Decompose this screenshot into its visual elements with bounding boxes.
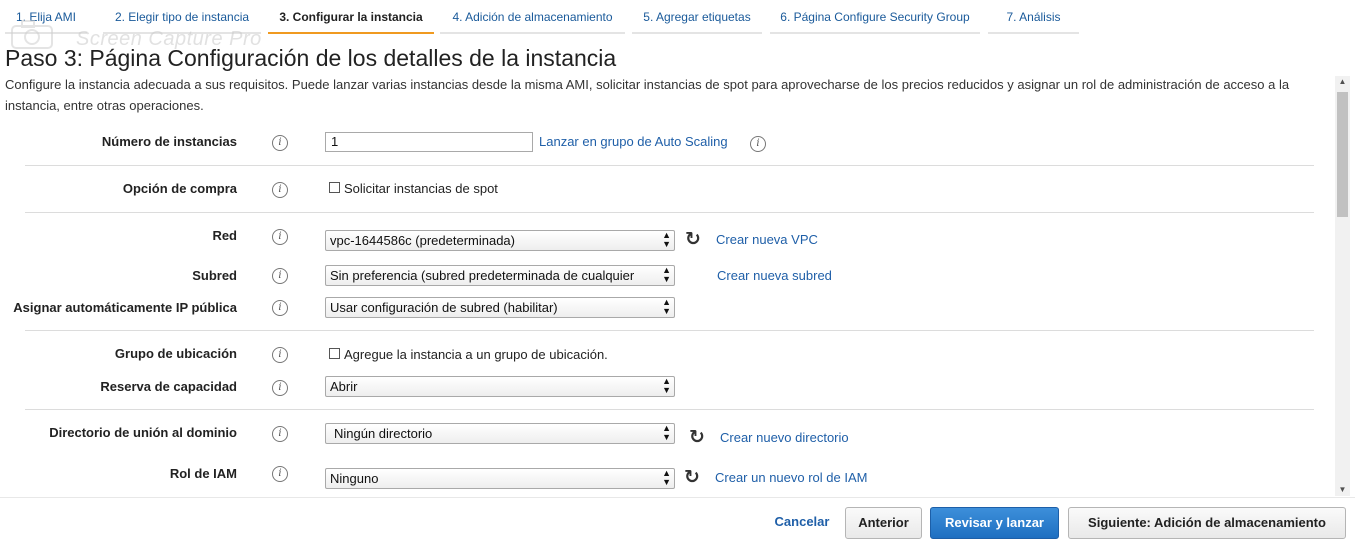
info-icon[interactable]: i: [272, 268, 288, 284]
divider: [25, 212, 1314, 213]
domain-directory-select[interactable]: Ningún directorio ▲ ▼: [325, 423, 675, 444]
divider: [25, 330, 1314, 331]
label-domain-directory: Directorio de unión al dominio: [49, 425, 237, 440]
label-purchase-option: Opción de compra: [122, 181, 237, 196]
scroll-up-icon[interactable]: ▲: [1335, 76, 1350, 88]
scroll-down-icon[interactable]: ▼: [1335, 484, 1350, 496]
dropdown-arrow-icon: ▲ ▼: [662, 297, 671, 316]
next-button[interactable]: Siguiente: Adición de almacenamiento: [1068, 507, 1346, 539]
dropdown-arrow-icon: ▲ ▼: [662, 265, 671, 284]
info-icon[interactable]: i: [272, 466, 288, 482]
divider: [25, 409, 1314, 410]
label-number-instances: Número de instancias: [101, 134, 237, 149]
info-icon[interactable]: i: [750, 136, 766, 152]
label-iam-role: Rol de IAM: [169, 466, 237, 481]
capacity-reservation-select[interactable]: Abrir ▲ ▼: [325, 376, 675, 397]
network-select-value: vpc-1644586c (predeterminada): [330, 233, 515, 248]
scroll-thumb[interactable]: [1337, 92, 1348, 217]
label-network: Red: [212, 228, 237, 243]
spot-instances-label[interactable]: Solicitar instancias de spot: [344, 181, 498, 196]
capacity-reservation-select-value: Abrir: [330, 379, 358, 394]
dropdown-arrow-icon: ▲ ▼: [662, 468, 671, 487]
info-icon[interactable]: i: [272, 300, 288, 316]
vertical-scrollbar[interactable]: ▲ ▼: [1335, 76, 1350, 496]
review-launch-button[interactable]: Revisar y lanzar: [930, 507, 1059, 539]
info-icon[interactable]: i: [272, 229, 288, 245]
subnet-select-value: Sin preferencia (subred predeterminada d…: [330, 268, 635, 283]
network-select[interactable]: vpc-1644586c (predeterminada) ▲ ▼: [325, 230, 675, 251]
public-ip-select-value: Usar configuración de subred (habilitar): [330, 300, 558, 315]
footer-divider: [0, 497, 1355, 498]
subnet-select[interactable]: Sin preferencia (subred predeterminada d…: [325, 265, 675, 286]
public-ip-select[interactable]: Usar configuración de subred (habilitar)…: [325, 297, 675, 318]
create-iam-role-link[interactable]: Crear un nuevo rol de IAM: [715, 470, 867, 485]
create-directory-link[interactable]: Crear nuevo directorio: [720, 430, 849, 445]
label-public-ip: Asignar automáticamente IP pública: [13, 300, 237, 315]
label-subnet: Subred: [192, 268, 237, 283]
domain-directory-select-value: Ningún directorio: [334, 426, 433, 441]
info-icon[interactable]: i: [272, 135, 288, 151]
iam-role-select-value: Ninguno: [330, 471, 379, 486]
cancel-button[interactable]: Cancelar: [764, 507, 840, 539]
spot-instances-checkbox[interactable]: [329, 182, 340, 193]
info-icon[interactable]: i: [272, 347, 288, 363]
info-icon[interactable]: i: [272, 426, 288, 442]
placement-group-label[interactable]: Agregue la instancia a un grupo de ubica…: [344, 347, 608, 362]
dropdown-arrow-icon: ▲ ▼: [662, 376, 671, 395]
instance-details-form: Número de instancias i 1 Lanzar en grupo…: [0, 0, 1335, 497]
divider: [25, 165, 1314, 166]
refresh-icon[interactable]: ↻: [685, 230, 701, 249]
number-instances-input[interactable]: 1: [325, 132, 533, 152]
create-vpc-link[interactable]: Crear nueva VPC: [716, 232, 818, 247]
previous-button[interactable]: Anterior: [845, 507, 922, 539]
dropdown-arrow-icon: ▲ ▼: [662, 230, 671, 249]
refresh-icon[interactable]: ↻: [684, 468, 700, 487]
refresh-icon[interactable]: ↻: [689, 428, 705, 447]
info-icon[interactable]: i: [272, 182, 288, 198]
create-subnet-link[interactable]: Crear nueva subred: [717, 268, 832, 283]
dropdown-arrow-icon: ▲ ▼: [662, 423, 671, 442]
auto-scaling-link[interactable]: Lanzar en grupo de Auto Scaling: [539, 134, 728, 149]
info-icon[interactable]: i: [272, 380, 288, 396]
label-capacity-reservation: Reserva de capacidad: [100, 379, 237, 394]
iam-role-select[interactable]: Ninguno ▲ ▼: [325, 468, 675, 489]
placement-group-checkbox[interactable]: [329, 348, 340, 359]
label-placement-group: Grupo de ubicación: [114, 346, 237, 361]
